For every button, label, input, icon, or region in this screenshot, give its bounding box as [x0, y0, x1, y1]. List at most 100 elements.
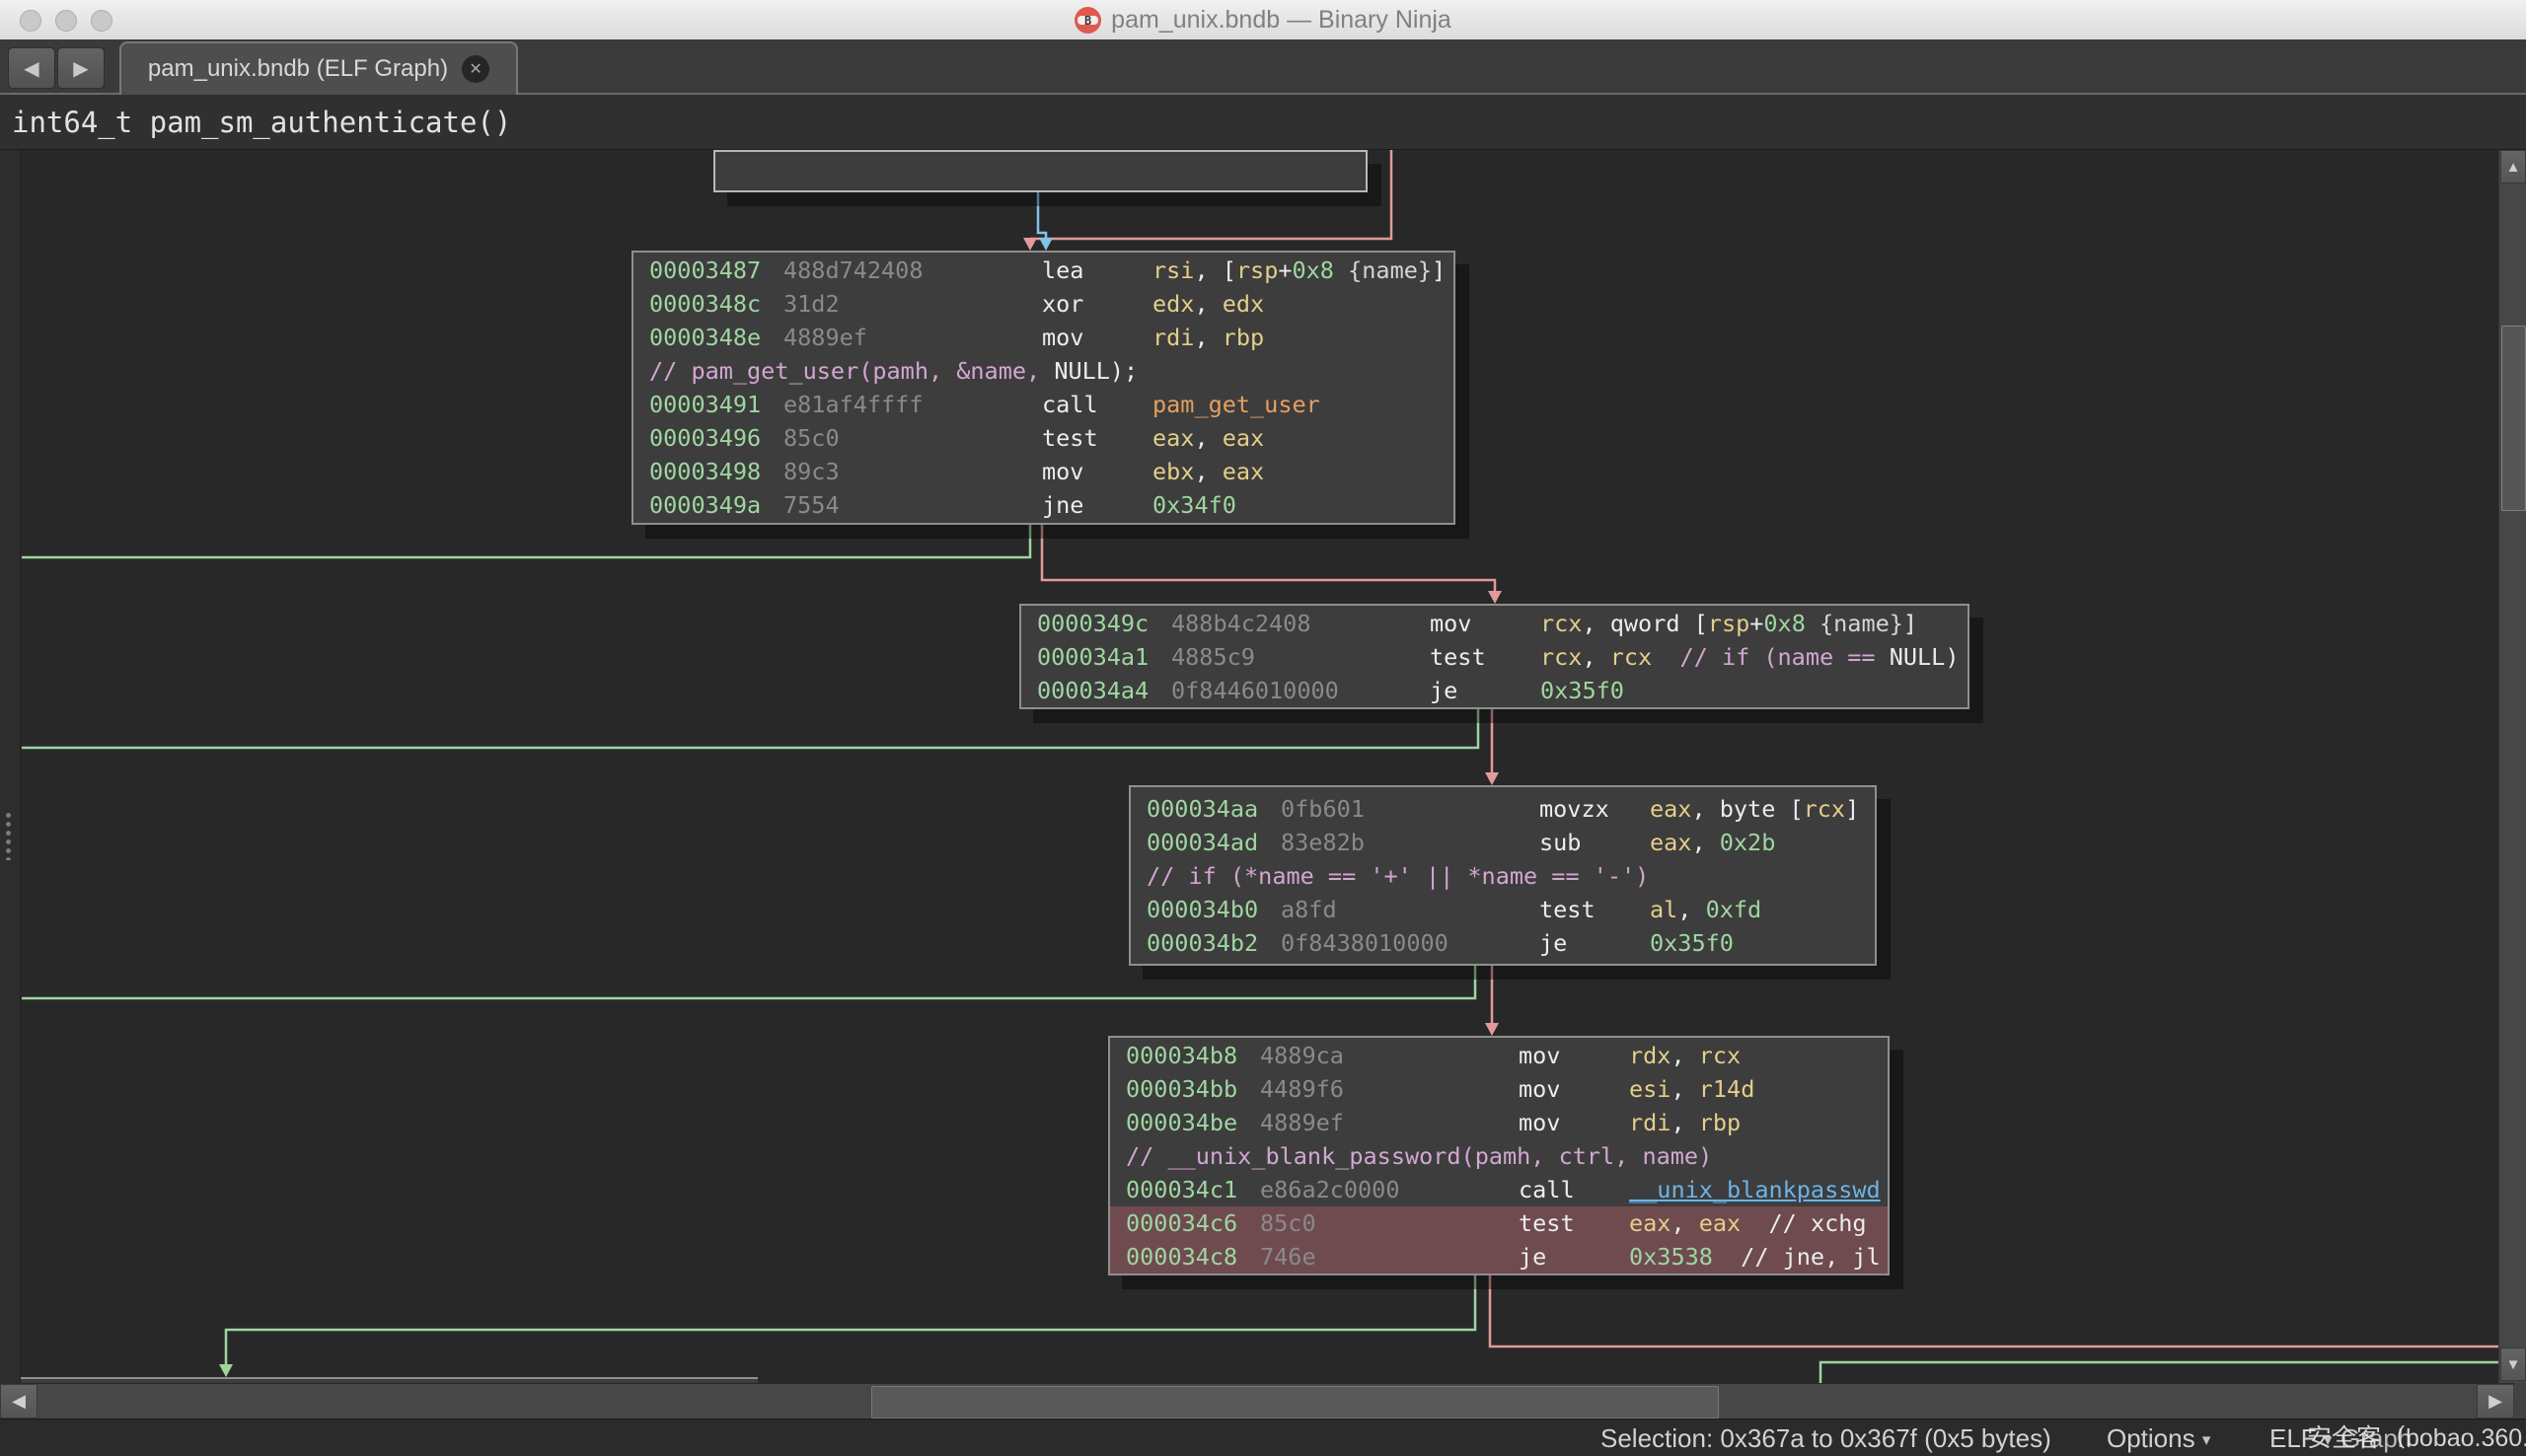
scroll-up-button[interactable]: ▲ [2500, 150, 2526, 183]
basic-block-34aa[interactable]: 000034aa0fb601movzxeax, byte [rcx] 000034… [1129, 785, 1877, 966]
status-bar: Selection: 0x367a to 0x367f (0x5 bytes) … [0, 1419, 2526, 1456]
graph-edge-green-4 [22, 708, 1478, 748]
disasm-row[interactable]: 000034bb4489f6movesi, r14d [1110, 1072, 1888, 1106]
tab-pam-unix-elf-graph[interactable]: pam_unix.bndb (ELF Graph) ✕ [119, 41, 518, 95]
disasm-row[interactable]: 000034b20f8438010000je0x35f0 [1131, 926, 1875, 960]
nav-back-button[interactable]: ◀ [8, 47, 55, 89]
options-caret-icon: ▾ [2202, 1430, 2211, 1449]
token-pun: , [1194, 458, 1222, 485]
disasm-row[interactable]: 000034aa0fb601movzxeax, byte [rcx] [1131, 792, 1875, 826]
token-pun: // jne, jl [1713, 1243, 1881, 1271]
token: a8fd [1281, 893, 1337, 926]
basic-block-34b8[interactable]: 000034b84889camovrdx, rcx000034bb4489f6m… [1108, 1036, 1890, 1275]
vertical-scrollbar[interactable]: ▲ ▼ [2498, 150, 2526, 1383]
scroll-down-button[interactable]: ▼ [2500, 1347, 2526, 1381]
window-title: pam_unix.bndb — Binary Ninja [1111, 6, 1451, 35]
disasm-row[interactable]: 0000348c31d2xoredx, edx [633, 287, 1453, 321]
disasm-row[interactable]: 000034c685c0testeax, eax // xchg [1110, 1206, 1888, 1240]
horizontal-scrollbar-thumb[interactable] [871, 1386, 1719, 1419]
token-reg: rdi [1152, 324, 1194, 351]
disasm-row[interactable]: 0000349685c0testeax, eax [633, 421, 1453, 455]
token: call [1519, 1173, 1575, 1206]
nav-forward-button[interactable]: ▶ [57, 47, 105, 89]
title-bar: B pam_unix.bndb — Binary Ninja [0, 0, 2526, 40]
token-reg: rcx [1610, 643, 1652, 671]
disasm-row[interactable]: 000034a40f8446010000je0x35f0 [1021, 674, 1968, 707]
operand-tokens: al, 0xfd [1650, 893, 1761, 926]
token: 0f8446010000 [1171, 674, 1339, 707]
edge-arrowhead-icon [1039, 238, 1053, 251]
operand-tokens: rdi, rbp [1152, 321, 1264, 354]
operand-tokens: rdx, rcx [1629, 1039, 1741, 1072]
token-num: 0x34f0 [1152, 491, 1236, 519]
forward-arrow-icon: ▶ [73, 56, 88, 81]
token-reg: rsp [1708, 610, 1749, 637]
disasm-row[interactable]: 000034ad83e82bsubeax, 0x2b [1131, 826, 1875, 859]
disasm-row[interactable]: 00003491e81af4ffffcallpam_get_user [633, 388, 1453, 421]
scroll-left-button[interactable]: ◀ [0, 1384, 37, 1419]
disasm-row[interactable]: 0000348e4889efmovrdi, rbp [633, 321, 1453, 354]
operand-tokens: eax, 0x2b [1650, 826, 1775, 859]
token-pun: , [1671, 1042, 1698, 1069]
token-reg: eax [1699, 1209, 1741, 1237]
scroll-left-icon: ◀ [12, 1391, 26, 1412]
operand-tokens: rcx, qword [rsp+0x8 {name}] [1540, 607, 1917, 640]
disasm-row[interactable]: 00003487488d742408learsi, [rsp+0x8 {name… [633, 254, 1453, 287]
token-num: 0x3538 [1629, 1243, 1713, 1271]
disasm-row[interactable]: 0000349889c3movebx, eax [633, 455, 1453, 488]
token: 488b4c2408 [1171, 607, 1310, 640]
token: mov [1519, 1072, 1560, 1106]
basic-block-3487[interactable]: 00003487488d742408learsi, [rsp+0x8 {name… [632, 251, 1455, 525]
token-reg: edx [1223, 290, 1264, 318]
token: 00003491 [649, 388, 761, 421]
disasm-row[interactable]: 000034c1e86a2c0000call__unix_blankpasswd [1110, 1173, 1888, 1206]
edge-arrowhead-icon [1488, 591, 1502, 604]
token-pun: ] [1845, 795, 1859, 823]
token-reg: al [1650, 896, 1677, 923]
token-reg: rcx [1699, 1042, 1741, 1069]
token-pun: , [1691, 829, 1719, 856]
token: mov [1042, 321, 1083, 354]
token-pun: ] [1903, 610, 1917, 637]
disasm-row[interactable]: 0000349c488b4c2408movrcx, qword [rsp+0x8… [1021, 607, 1968, 640]
graph-edge-pink-3 [1042, 524, 1495, 592]
token-pun: NULL) [1890, 643, 1960, 671]
token: 00003496 [649, 421, 761, 455]
token-call: pam_get_user [1152, 391, 1320, 418]
edge-arrowhead-icon [1485, 772, 1499, 785]
token: 000034c6 [1126, 1206, 1237, 1240]
disasm-row[interactable]: 000034be4889efmovrdi, rbp [1110, 1106, 1888, 1139]
comment-row[interactable]: // if (*name == '+' || *name == '-') [1131, 859, 1875, 893]
token-reg: rsi [1152, 256, 1194, 284]
tab-close-icon[interactable]: ✕ [462, 55, 489, 83]
token: mov [1519, 1039, 1560, 1072]
token: 000034b0 [1147, 893, 1258, 926]
token: sub [1539, 826, 1581, 859]
comment-row[interactable]: // pam_get_user(pamh, &name, NULL); [633, 354, 1453, 388]
left-splitter-gutter[interactable] [0, 150, 21, 1383]
partial-basic-block-top[interactable] [713, 150, 1368, 192]
operand-tokens: rsi, [rsp+0x8 {name}] [1152, 254, 1446, 287]
vertical-scrollbar-thumb[interactable] [2501, 326, 2526, 511]
basic-block-349c[interactable]: 0000349c488b4c2408movrcx, qword [rsp+0x8… [1019, 604, 1969, 709]
horizontal-scrollbar[interactable]: ◀ ▶ [0, 1383, 2526, 1419]
token: test [1519, 1206, 1575, 1240]
comment-row[interactable]: // __unix_blank_password(pamh, ctrl, nam… [1110, 1139, 1888, 1173]
disasm-row[interactable]: 000034b84889camovrdx, rcx [1110, 1039, 1888, 1072]
splitter-handle-dots-icon[interactable] [2, 809, 12, 860]
disasm-row[interactable]: 000034a14885c9testrcx, rcx // if (name =… [1021, 640, 1968, 674]
token-imp: __unix_blankpasswd [1629, 1176, 1881, 1203]
disasm-row[interactable]: 0000349a7554jne0x34f0 [633, 488, 1453, 522]
token: 000034b8 [1126, 1039, 1237, 1072]
edge-arrowhead-icon [1485, 1023, 1499, 1036]
disasm-row[interactable]: 000034c8746eje0x3538 // jne, jl [1110, 1240, 1888, 1274]
token-com: // __unix_blank_password(pamh, ctrl, nam… [1126, 1142, 1712, 1170]
disasm-row[interactable]: 000034b0 a8fd test al, 0xfd [1131, 893, 1875, 926]
options-menu[interactable]: Options ▾ [2107, 1422, 2210, 1454]
operand-tokens: __unix_blankpasswd [1629, 1173, 1881, 1206]
operand-tokens: eax, eax [1152, 421, 1264, 455]
operand-tokens: eax, byte [rcx] [1650, 792, 1859, 826]
token: test [1539, 893, 1596, 926]
scroll-right-button[interactable]: ▶ [2477, 1384, 2514, 1419]
token-pun: , [1671, 1109, 1698, 1136]
